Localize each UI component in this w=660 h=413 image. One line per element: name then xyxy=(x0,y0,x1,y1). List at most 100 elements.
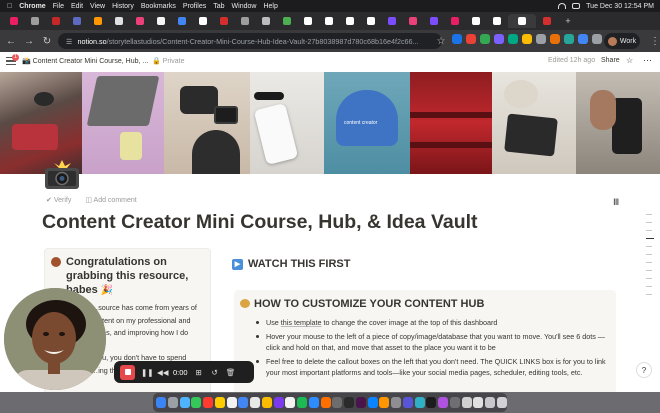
browser-tab[interactable] xyxy=(46,14,66,28)
puzzle-icon[interactable] xyxy=(592,34,602,44)
app-icon[interactable] xyxy=(402,397,413,408)
chrome-icon[interactable] xyxy=(238,397,249,408)
menu-history[interactable]: History xyxy=(112,3,134,10)
app-icon[interactable] xyxy=(332,397,343,408)
browser-tab[interactable] xyxy=(235,14,255,28)
settings-icon[interactable] xyxy=(391,397,402,408)
site-info-icon[interactable]: ☰ xyxy=(66,37,72,46)
new-tab-button[interactable]: + xyxy=(558,14,578,28)
cover-image[interactable]: content creator xyxy=(0,72,660,174)
menu-window[interactable]: Window xyxy=(232,3,257,10)
menu-view[interactable]: View xyxy=(90,3,105,10)
app-icon[interactable] xyxy=(320,397,331,408)
browser-tab-active[interactable] xyxy=(508,14,536,28)
notion-icon[interactable] xyxy=(285,397,296,408)
grid-icon[interactable]: ⊞ xyxy=(194,368,204,377)
messages-icon[interactable] xyxy=(191,397,202,408)
extension-icon[interactable] xyxy=(536,34,546,44)
browser-tab[interactable] xyxy=(445,14,465,28)
browser-tab[interactable] xyxy=(109,14,129,28)
browser-tab[interactable] xyxy=(4,14,24,28)
browser-tab[interactable] xyxy=(403,14,423,28)
stop-recording-button[interactable] xyxy=(120,364,135,380)
browser-tab[interactable] xyxy=(172,14,192,28)
calendar-icon[interactable] xyxy=(203,397,214,408)
extension-icon[interactable] xyxy=(480,34,490,44)
extension-icon[interactable] xyxy=(508,34,518,44)
browser-tab[interactable] xyxy=(466,14,486,28)
browser-tab[interactable] xyxy=(214,14,234,28)
add-comment-button[interactable]: ◫ Add comment xyxy=(85,196,136,204)
app-icon[interactable] xyxy=(344,397,355,408)
extension-icon[interactable] xyxy=(522,34,532,44)
app-icon[interactable] xyxy=(426,397,437,408)
finder-icon[interactable] xyxy=(156,397,167,408)
slack-icon[interactable] xyxy=(355,397,366,408)
menu-file[interactable]: File xyxy=(53,3,64,10)
customize-callout[interactable]: HOW TO CUSTOMIZE YOUR CONTENT HUB Use th… xyxy=(234,290,616,392)
help-button[interactable]: ? xyxy=(636,362,652,378)
bookmark-star-icon[interactable]: ☆ xyxy=(434,34,448,48)
webcam-overlay[interactable] xyxy=(4,288,106,390)
menu-chrome[interactable]: Chrome xyxy=(19,3,45,10)
menu-profiles[interactable]: Profiles xyxy=(183,3,206,10)
browser-tab[interactable] xyxy=(361,14,381,28)
apple-menu-icon[interactable]:  xyxy=(7,3,12,10)
camera-flash-icon[interactable] xyxy=(44,160,80,190)
browser-tab[interactable] xyxy=(277,14,297,28)
breadcrumb[interactable]: 📸 Content Creator Mini Course, Hub, ... xyxy=(22,57,148,65)
app-icon[interactable] xyxy=(261,397,272,408)
browser-tab[interactable] xyxy=(130,14,150,28)
trash-icon[interactable] xyxy=(496,397,507,408)
list-item[interactable]: Feel free to delete the callout boxes on… xyxy=(256,356,608,378)
launchpad-icon[interactable] xyxy=(167,397,178,408)
verify-button[interactable]: ✔ Verify xyxy=(46,196,71,204)
list-item[interactable]: Use this template to change the cover im… xyxy=(256,317,608,328)
extension-icon[interactable] xyxy=(452,34,462,44)
browser-tab[interactable] xyxy=(193,14,213,28)
rewind-icon[interactable]: ◀◀ xyxy=(157,368,169,377)
browser-tab[interactable] xyxy=(298,14,318,28)
menu-edit[interactable]: Edit xyxy=(71,3,83,10)
chrome-menu-icon[interactable]: ⋮ xyxy=(648,34,660,48)
zoom-icon[interactable] xyxy=(308,397,319,408)
profile-button[interactable]: Work xyxy=(604,33,640,49)
favorite-star-icon[interactable]: ☆ xyxy=(626,56,633,65)
pause-icon[interactable]: ❚❚ xyxy=(141,368,154,377)
extension-icon[interactable] xyxy=(578,34,588,44)
table-of-contents-rail[interactable] xyxy=(644,214,654,302)
back-arrow-icon[interactable]: ← xyxy=(4,34,18,48)
app-icon[interactable] xyxy=(473,397,484,408)
browser-tab[interactable] xyxy=(537,14,557,28)
app-icon[interactable] xyxy=(438,397,449,408)
wifi-icon[interactable] xyxy=(558,3,567,9)
extension-icon[interactable] xyxy=(550,34,560,44)
app-icon[interactable] xyxy=(379,397,390,408)
trash-icon[interactable]: 🗑 xyxy=(226,368,236,377)
app-icon[interactable] xyxy=(449,397,460,408)
app-icon[interactable] xyxy=(414,397,425,408)
browser-tab[interactable] xyxy=(151,14,171,28)
downloads-icon[interactable] xyxy=(485,397,496,408)
control-center-icon[interactable] xyxy=(572,3,581,9)
notes-icon[interactable] xyxy=(214,397,225,408)
app-icon[interactable] xyxy=(273,397,284,408)
browser-tab[interactable] xyxy=(319,14,339,28)
share-button[interactable]: Share xyxy=(601,57,620,64)
restart-icon[interactable]: ↺ xyxy=(210,368,220,377)
menu-tab[interactable]: Tab xyxy=(213,3,224,10)
browser-tab[interactable] xyxy=(25,14,45,28)
browser-tab[interactable] xyxy=(67,14,87,28)
list-item[interactable]: Hover your mouse to the left of a piece … xyxy=(256,331,608,353)
watch-heading[interactable]: ▶ WATCH THIS FIRST xyxy=(232,258,350,270)
browser-tab[interactable] xyxy=(256,14,276,28)
menubar-clock[interactable]: Tue Dec 30 12:54 PM xyxy=(586,3,654,10)
photos-icon[interactable] xyxy=(226,397,237,408)
spotify-icon[interactable] xyxy=(297,397,308,408)
browser-tab[interactable] xyxy=(487,14,507,28)
menu-help[interactable]: Help xyxy=(263,3,277,10)
extension-icon[interactable] xyxy=(466,34,476,44)
browser-tab[interactable] xyxy=(88,14,108,28)
browser-tab[interactable] xyxy=(340,14,360,28)
browser-tab[interactable] xyxy=(382,14,402,28)
